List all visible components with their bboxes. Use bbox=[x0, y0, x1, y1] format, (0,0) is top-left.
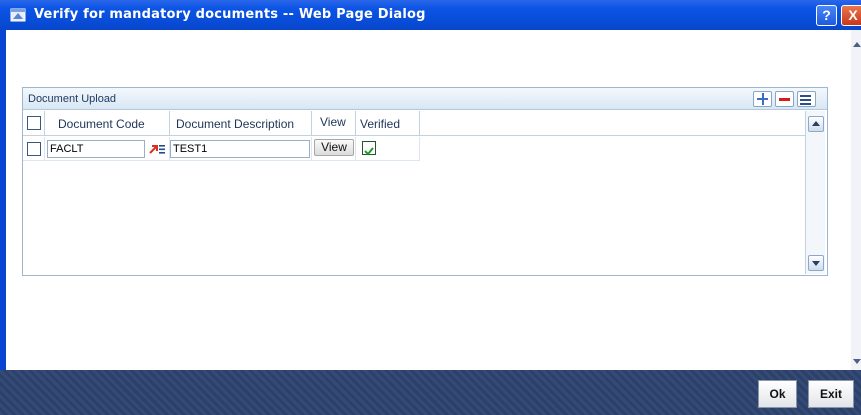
column-header-document-code[interactable]: Document Code bbox=[45, 111, 170, 136]
single-record-view-button[interactable] bbox=[797, 91, 816, 107]
view-cell: View bbox=[312, 137, 356, 161]
list-of-values-icon bbox=[149, 145, 165, 154]
column-label: Document Description bbox=[176, 117, 295, 131]
scroll-down-icon[interactable] bbox=[853, 359, 861, 364]
panel-title: Document Upload bbox=[28, 93, 117, 105]
row-select-cell bbox=[23, 137, 45, 161]
select-all-checkbox[interactable] bbox=[27, 116, 41, 130]
column-header-verified[interactable]: Verified bbox=[356, 111, 420, 136]
grid-header: Document Code Document Description View … bbox=[23, 111, 805, 136]
view-button[interactable]: View bbox=[314, 139, 354, 156]
document-code-input[interactable]: FACLT bbox=[47, 140, 145, 158]
grid-scroll-down-button[interactable] bbox=[808, 255, 824, 271]
column-header-filler bbox=[420, 111, 805, 136]
verified-checkbox[interactable] bbox=[362, 141, 376, 156]
panel-header: Document Upload bbox=[23, 88, 827, 110]
arrow-up-icon bbox=[812, 121, 820, 126]
document-description-cell: TEST1 bbox=[170, 137, 312, 161]
verified-cell bbox=[356, 137, 420, 161]
dialog-titlebar: Verify for mandatory documents -- Web Pa… bbox=[0, 0, 861, 30]
grid-scrollbar[interactable] bbox=[805, 111, 825, 274]
grid-scroll-up-button[interactable] bbox=[808, 116, 824, 132]
document-upload-panel: Document Upload Document Code Document D… bbox=[22, 87, 828, 276]
dialog-footer: Ok Exit bbox=[0, 370, 861, 415]
checkmark-icon bbox=[364, 147, 374, 156]
arrow-down-icon bbox=[812, 261, 820, 266]
row-select-checkbox[interactable] bbox=[27, 142, 41, 156]
column-label: Document Code bbox=[58, 117, 145, 131]
column-header-document-description[interactable]: Document Description bbox=[170, 111, 312, 136]
dialog-title: Verify for mandatory documents -- Web Pa… bbox=[34, 7, 426, 22]
dialog-scrollbar[interactable] bbox=[851, 30, 861, 370]
column-header-view[interactable]: View bbox=[312, 111, 356, 136]
plus-icon-stem bbox=[762, 93, 764, 105]
delete-row-button[interactable] bbox=[775, 91, 794, 107]
select-all-cell bbox=[23, 111, 45, 136]
minus-icon bbox=[779, 98, 790, 101]
document-code-cell: FACLT bbox=[45, 137, 170, 161]
table-row[interactable]: FACLT TEST1 View bbox=[23, 137, 420, 161]
help-button[interactable]: ? bbox=[816, 5, 837, 26]
add-row-button[interactable] bbox=[753, 91, 772, 107]
exit-button[interactable]: Exit bbox=[808, 380, 854, 408]
ok-button[interactable]: Ok bbox=[758, 380, 797, 408]
column-label: View bbox=[320, 115, 346, 129]
scroll-up-icon[interactable] bbox=[853, 42, 861, 47]
web-dialog-icon bbox=[10, 8, 26, 22]
document-description-input[interactable]: TEST1 bbox=[170, 140, 310, 158]
close-button[interactable]: X bbox=[841, 5, 861, 26]
lov-button[interactable] bbox=[147, 140, 167, 158]
column-label: Verified bbox=[360, 117, 401, 131]
